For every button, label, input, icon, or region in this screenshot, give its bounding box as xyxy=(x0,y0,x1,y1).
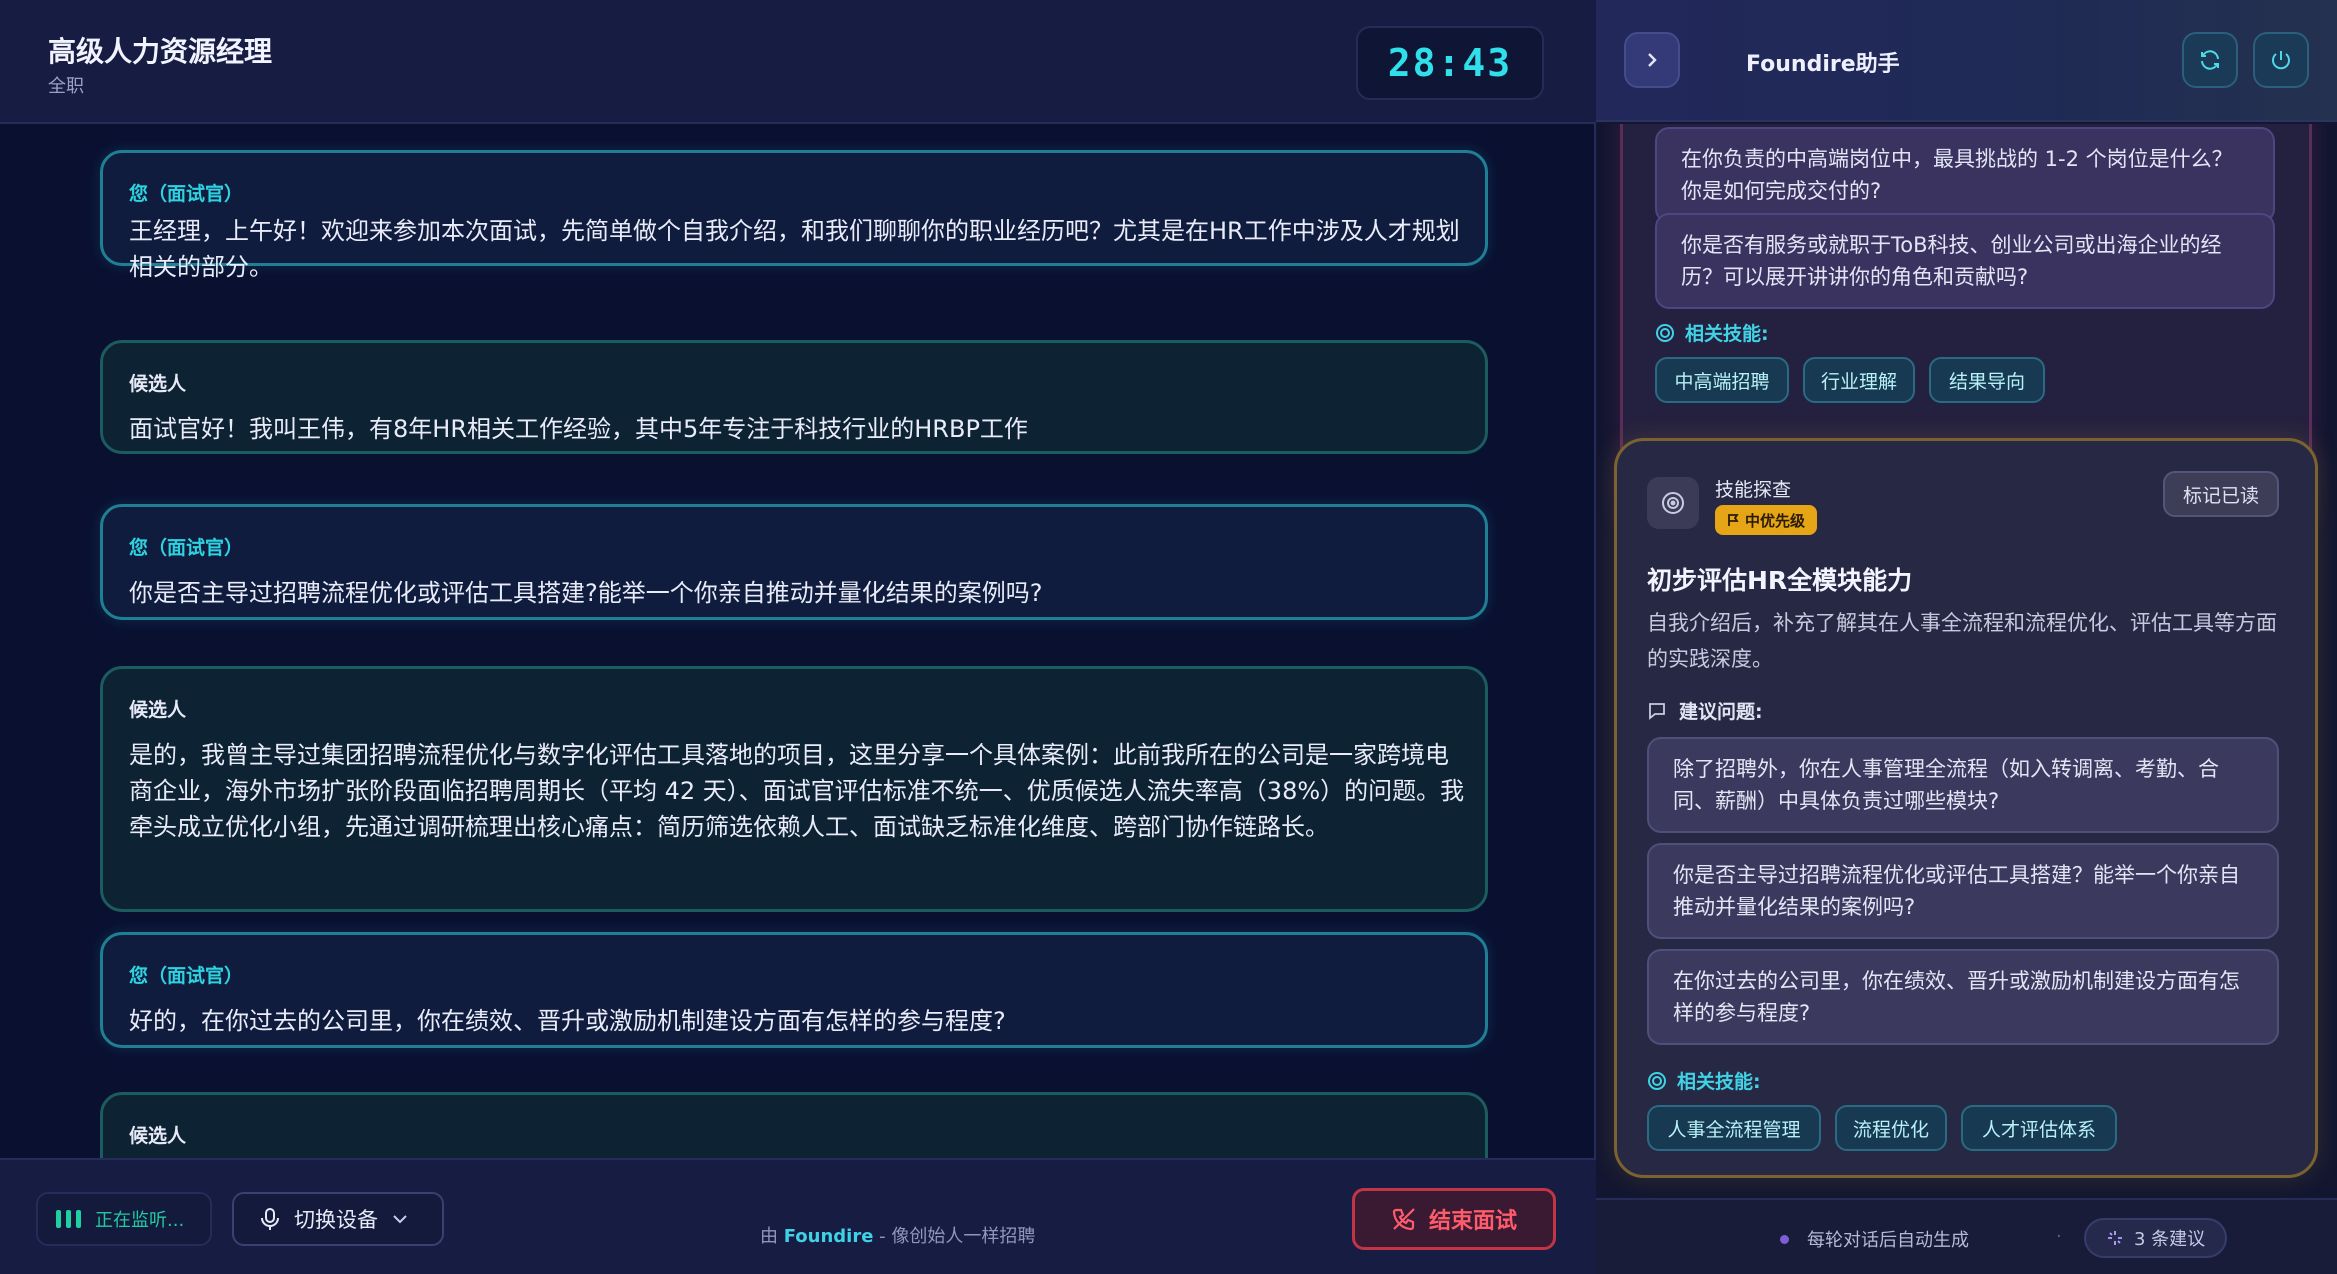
chevron-right-icon xyxy=(1648,53,1657,67)
transcript-message: 候选人 xyxy=(100,1092,1488,1158)
end-interview-button[interactable]: 结束面试 xyxy=(1352,1188,1556,1250)
chevron-down-icon xyxy=(393,1215,407,1224)
card-title: 初步评估HR全模块能力 xyxy=(1647,566,1913,595)
speaker-label: 您（面试官） xyxy=(129,183,244,205)
transcript-message: 您（面试官） 你是否主导过招聘流程优化或评估工具搭建?能举一个你亲自推动并量化结… xyxy=(100,504,1488,620)
refresh-button[interactable] xyxy=(2182,32,2238,88)
switch-device-label: 切换设备 xyxy=(294,1208,378,1232)
message-text: 好的，在你过去的公司里，你在绩效、晋升或激励机制建设方面有怎样的参与程度? xyxy=(129,1007,1006,1035)
interview-header: 高级人力资源经理 全职 28:43 xyxy=(0,0,1596,124)
power-button[interactable] xyxy=(2253,32,2309,88)
skill-tag: 人才评估体系 xyxy=(1961,1105,2117,1151)
chat-bubble-icon xyxy=(1649,702,1665,720)
skill-tag: 人事全流程管理 xyxy=(1647,1105,1821,1151)
microphone-icon xyxy=(261,1208,279,1230)
powered-by: 由 Foundire - 像创始人一样招聘 xyxy=(760,1222,1035,1248)
switch-device-button[interactable]: 切换设备 xyxy=(232,1192,444,1246)
transcript-message: 候选人 面试官好！我叫王伟，有8年HR相关工作经验，其中5年专注于科技行业的HR… xyxy=(100,340,1488,454)
skill-tag: 流程优化 xyxy=(1835,1105,1947,1151)
related-skills-label: 相关技能: xyxy=(1647,1067,1761,1094)
transcript-message: 您（面试官） 王经理，上午好！欢迎来参加本次面试，先简单做个自我介绍，和我们聊聊… xyxy=(100,150,1488,281)
speaker-label: 您（面试官） xyxy=(129,537,244,559)
auto-generate-status: 每轮对话后自动生成 xyxy=(1780,1226,1969,1252)
assistant-pane: Foundire助手 在你负责的中高端岗位中，最具挑战的 1-2 个岗位是什么？… xyxy=(1596,0,2337,1274)
suggestion-card: 技能探查 中优先级 标记已读 初步评估HR全模块能力 自我介绍后，补充了解其在人… xyxy=(1614,438,2318,1178)
interview-pane: 高级人力资源经理 全职 28:43 您（面试官） 王经理，上午好！欢迎来参加本次… xyxy=(0,0,1596,1274)
card-category: 技能探查 xyxy=(1715,479,1792,501)
transcript-message: 您（面试官） 好的，在你过去的公司里，你在绩效、晋升或激励机制建设方面有怎样的参… xyxy=(100,932,1488,1048)
flag-icon xyxy=(1728,514,1739,526)
interview-controls: 正在监听... 切换设备 由 Foundire - 像创始人一样招聘 结束面试 xyxy=(0,1158,1596,1274)
app-root: 高级人力资源经理 全职 28:43 您（面试官） 王经理，上午好！欢迎来参加本次… xyxy=(0,0,2337,1274)
suggested-question[interactable]: 在你负责的中高端岗位中，最具挑战的 1-2 个岗位是什么？你是如何完成交付的? xyxy=(1655,127,2275,223)
target-icon xyxy=(1648,1071,1666,1090)
sparkle-icon xyxy=(2108,1231,2122,1245)
brand-tagline: - 像创始人一样招聘 xyxy=(879,1226,1036,1247)
suggested-question[interactable]: 你是否有服务或就职于ToB科技、创业公司或出海企业的经历？可以展开讲讲你的角色和… xyxy=(1655,213,2275,309)
suggestion-count-badge: 3 条建议 xyxy=(2084,1218,2228,1258)
job-title: 高级人力资源经理 xyxy=(48,35,273,68)
skill-tag: 行业理解 xyxy=(1803,357,1915,403)
assistant-footer: 每轮对话后自动生成 · 3 条建议 xyxy=(1596,1198,2337,1274)
audio-level-icon xyxy=(56,1210,81,1228)
transcript-list[interactable]: 您（面试官） 王经理，上午好！欢迎来参加本次面试，先简单做个自我介绍，和我们聊聊… xyxy=(0,126,1596,1158)
status-dot-icon xyxy=(1780,1234,1789,1244)
transcript-message: 候选人 是的，我曾主导过集团招聘流程优化与数字化评估工具落地的项目，这里分享一个… xyxy=(100,666,1488,912)
target-icon xyxy=(1656,323,1674,342)
suggested-question[interactable]: 在你过去的公司里，你在绩效、晋升或激励机制建设方面有怎样的参与程度? xyxy=(1647,949,2279,1045)
interview-timer: 28:43 xyxy=(1356,26,1544,100)
speaker-label: 候选人 xyxy=(129,373,187,395)
listening-indicator: 正在监听... xyxy=(36,1192,212,1246)
related-skills-label: 相关技能: xyxy=(1655,319,1769,346)
message-text: 你是否主导过招聘流程优化或评估工具搭建?能举一个你亲自推动并量化结果的案例吗? xyxy=(129,579,1043,607)
brand-prefix: 由 xyxy=(760,1226,778,1247)
speaker-label: 候选人 xyxy=(129,699,187,721)
listening-label: 正在监听... xyxy=(95,1210,185,1231)
collapse-panel-button[interactable] xyxy=(1624,32,1680,88)
brand-link[interactable]: Foundire xyxy=(784,1226,874,1247)
suggested-question[interactable]: 除了招聘外，你在人事管理全流程（如入转调离、考勤、合同、薪酬）中具体负责过哪些模… xyxy=(1647,737,2279,833)
mark-read-button[interactable]: 标记已读 xyxy=(2163,471,2279,517)
priority-badge: 中优先级 xyxy=(1715,505,1818,535)
card-description: 自我介绍后，补充了解其在人事全流程和流程优化、评估工具等方面的实践深度。 xyxy=(1647,611,2277,671)
suggested-question[interactable]: 你是否主导过招聘流程优化或评估工具搭建？能举一个你亲自推动并量化结果的案例吗? xyxy=(1647,843,2279,939)
message-text: 是的，我曾主导过集团招聘流程优化与数字化评估工具落地的项目，这里分享一个具体案例… xyxy=(129,741,1465,841)
skill-probe-icon xyxy=(1647,477,1699,529)
speaker-label: 您（面试官） xyxy=(129,965,244,987)
job-type: 全职 xyxy=(48,76,84,97)
message-text: 王经理，上午好！欢迎来参加本次面试，先简单做个自我介绍，和我们聊聊你的职业经历吧… xyxy=(129,217,1460,281)
assistant-title: Foundire助手 xyxy=(1746,52,1900,77)
skill-tag: 结果导向 xyxy=(1929,357,2045,403)
end-interview-label: 结束面试 xyxy=(1428,1209,1517,1234)
suggestion-list[interactable]: 在你负责的中高端岗位中，最具挑战的 1-2 个岗位是什么？你是如何完成交付的? … xyxy=(1596,124,2337,1198)
skill-tag: 中高端招聘 xyxy=(1655,357,1789,403)
hang-up-icon xyxy=(1392,1208,1415,1231)
power-icon xyxy=(2272,51,2290,70)
assistant-header: Foundire助手 xyxy=(1596,0,2337,122)
refresh-icon xyxy=(2201,50,2219,70)
footer-separator: · xyxy=(2056,1226,2062,1247)
speaker-label: 候选人 xyxy=(129,1125,187,1147)
message-text: 面试官好！我叫王伟，有8年HR相关工作经验，其中5年专注于科技行业的HRBP工作 xyxy=(129,415,1028,443)
suggested-questions-label: 建议问题: xyxy=(1647,697,1763,724)
